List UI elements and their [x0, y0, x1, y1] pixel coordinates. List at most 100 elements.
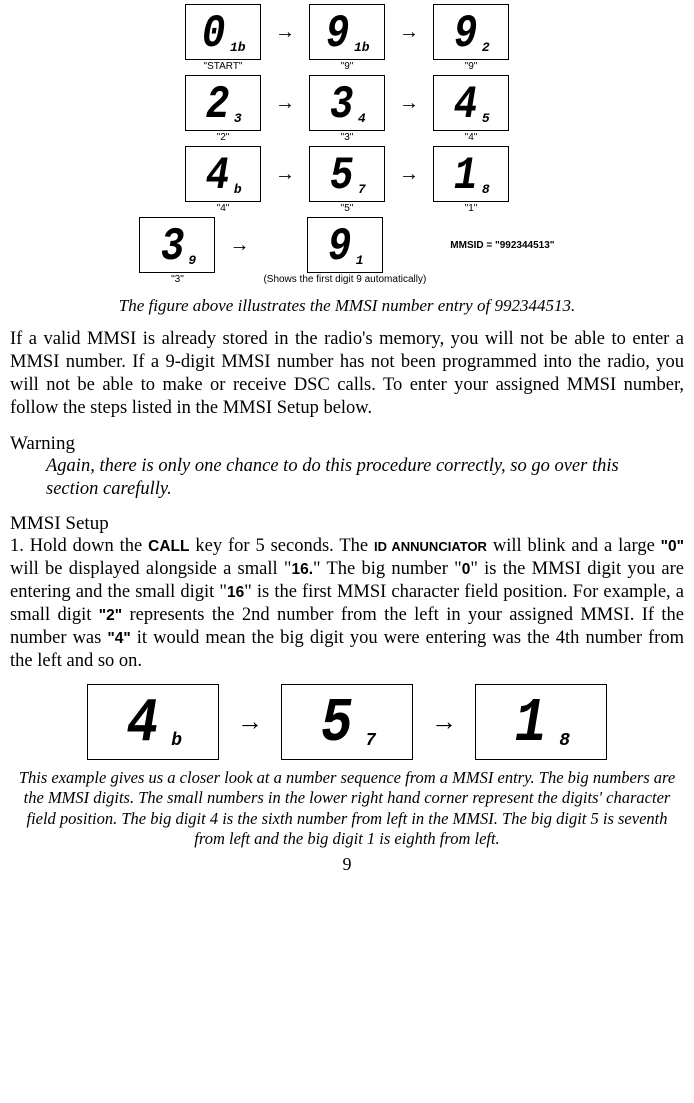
lcd-small-digit: b: [171, 731, 182, 751]
lcd-small-digit: 9: [188, 253, 196, 268]
lcd-small-digit: 1: [356, 253, 364, 268]
mmsi-entry-figure: 0 1b "START" → 9 1b "9" → 9 2 "9": [10, 4, 684, 288]
intro-paragraph: If a valid MMSI is already stored in the…: [10, 328, 684, 421]
arrow-icon: →: [275, 147, 295, 203]
lcd-cell: 4 b "4": [185, 146, 261, 215]
lcd-big-digit: 9: [454, 11, 476, 57]
call-key-label: CALL: [148, 538, 189, 555]
lcd-box: 9 1: [307, 217, 383, 273]
mmsi-setup-step1: 1. Hold down the CALL key for 5 seconds.…: [10, 535, 684, 674]
lcd-big-digit: 4: [206, 153, 228, 199]
arrow-icon: →: [237, 707, 263, 737]
lcd-big-digit: 5: [321, 693, 353, 755]
lcd-cell: 0 1b "START": [185, 4, 261, 73]
text: " The big num­ber ": [313, 559, 462, 579]
digit-quote: "4": [107, 630, 130, 647]
figure2-caption: This example gives us a closer look at a…: [16, 768, 678, 851]
lcd-big-digit: 9: [326, 11, 348, 57]
lcd-cell: 9 1b "9": [309, 4, 385, 73]
lcd-cell: 1 8 "1": [433, 146, 509, 215]
lcd-box: 5 7: [281, 684, 413, 760]
cell-label: "3": [171, 274, 184, 286]
arrow-icon: →: [399, 5, 419, 61]
lcd-box: 1 8: [433, 146, 509, 202]
arrow-icon: →: [399, 147, 419, 203]
lcd-small-digit: 2: [482, 40, 490, 55]
cell-label: "2": [217, 132, 230, 144]
arrow-icon: →: [399, 76, 419, 132]
lcd-box: 1 8: [475, 684, 607, 760]
figure-row: 2 3 "2" → 3 4 "3" → 4 5 "4": [10, 75, 684, 144]
lcd-big-digit: 4: [127, 693, 159, 755]
arrow-icon: →: [275, 76, 295, 132]
lcd-small-digit: 7: [365, 731, 376, 751]
lcd-big-digit: 1: [454, 153, 476, 199]
lcd-big-digit: 5: [330, 153, 352, 199]
lcd-big-digit: 1: [515, 693, 547, 755]
lcd-big-digit: 0: [202, 11, 224, 57]
arrow-icon: →: [229, 218, 249, 274]
lcd-cell: 9 1 (Shows the first digit 9 automatical…: [263, 217, 426, 286]
cell-label: "4": [465, 132, 478, 144]
figure-row: 0 1b "START" → 9 1b "9" → 9 2 "9": [10, 4, 684, 73]
lcd-box: 0 1b: [185, 4, 261, 60]
arrow-icon: →: [275, 5, 295, 61]
cell-label: "9": [465, 61, 478, 73]
cell-label: "4": [217, 203, 230, 215]
lcd-box: 3 4: [309, 75, 385, 131]
figure-row: 4 b "4" → 5 7 "5" → 1 8 "1": [10, 146, 684, 215]
lcd-big-digit: 3: [330, 82, 352, 128]
figure1-caption: The figure above illustrates the MMSI nu…: [10, 296, 684, 316]
lcd-small-digit: 1b: [354, 40, 370, 55]
lcd-box: 2 3: [185, 75, 261, 131]
lcd-box: 4 b: [87, 684, 219, 760]
cell-label: "9": [341, 61, 354, 73]
text: key for 5 seconds. The: [189, 536, 374, 556]
id-annunciator-label: ID ANNUNCIATOR: [374, 539, 487, 554]
lcd-small-digit: 4: [358, 111, 366, 126]
warning-body: Again, there is only one chance to do th…: [46, 455, 684, 501]
cell-label: "START": [204, 61, 243, 73]
lcd-box: 9 2: [433, 4, 509, 60]
cell-label: "3": [341, 132, 354, 144]
text: will blink and a large: [487, 536, 661, 556]
lcd-small-digit: 3: [234, 111, 242, 126]
warning-heading: Warning: [10, 433, 684, 455]
mmsid-label: MMSID = "992344513": [450, 218, 554, 274]
mmsi-setup-heading: MMSI Setup: [10, 513, 684, 535]
lcd-box: 4 b: [185, 146, 261, 202]
lcd-box: 5 7: [309, 146, 385, 202]
digit-quote: 16: [227, 584, 244, 601]
page-container: 0 1b "START" → 9 1b "9" → 9 2 "9": [0, 4, 694, 875]
lcd-big-digit: 2: [206, 82, 228, 128]
lcd-small-digit: b: [234, 182, 242, 197]
cell-label: "5": [341, 203, 354, 215]
lcd-box: 9 1b: [309, 4, 385, 60]
lcd-big-digit: 4: [454, 82, 476, 128]
figure-row: 3 9 "3" → 9 1 (Shows the first digit 9 a…: [10, 217, 684, 286]
lcd-cell: 3 4 "3": [309, 75, 385, 144]
lcd-cell: 9 2 "9": [433, 4, 509, 73]
lcd-small-digit: 8: [559, 731, 570, 751]
cell-label: "1": [465, 203, 478, 215]
lcd-big-digit: 3: [161, 224, 183, 270]
closeup-figure: 4 b → 5 7 → 1 8: [10, 684, 684, 760]
lcd-small-digit: 7: [358, 182, 366, 197]
lcd-cell: 4 5 "4": [433, 75, 509, 144]
arrow-icon: →: [431, 707, 457, 737]
lcd-small-digit: 5: [482, 111, 490, 126]
lcd-big-digit: 9: [328, 224, 350, 270]
lcd-box: 4 5: [433, 75, 509, 131]
lcd-cell: 3 9 "3": [139, 217, 215, 286]
lcd-box: 3 9: [139, 217, 215, 273]
digit-quote: 16.: [291, 561, 313, 578]
lcd-small-digit: 8: [482, 182, 490, 197]
lcd-cell: 2 3 "2": [185, 75, 261, 144]
digit-quote: "2": [99, 607, 122, 624]
text: 1. Hold down the: [10, 536, 148, 556]
shows-label: (Shows the first digit 9 automatically): [263, 274, 426, 286]
lcd-small-digit: 1b: [230, 40, 246, 55]
digit-quote: "0": [661, 538, 684, 555]
text: will be displayed alongside a small ": [10, 559, 291, 579]
lcd-cell: 5 7 "5": [309, 146, 385, 215]
